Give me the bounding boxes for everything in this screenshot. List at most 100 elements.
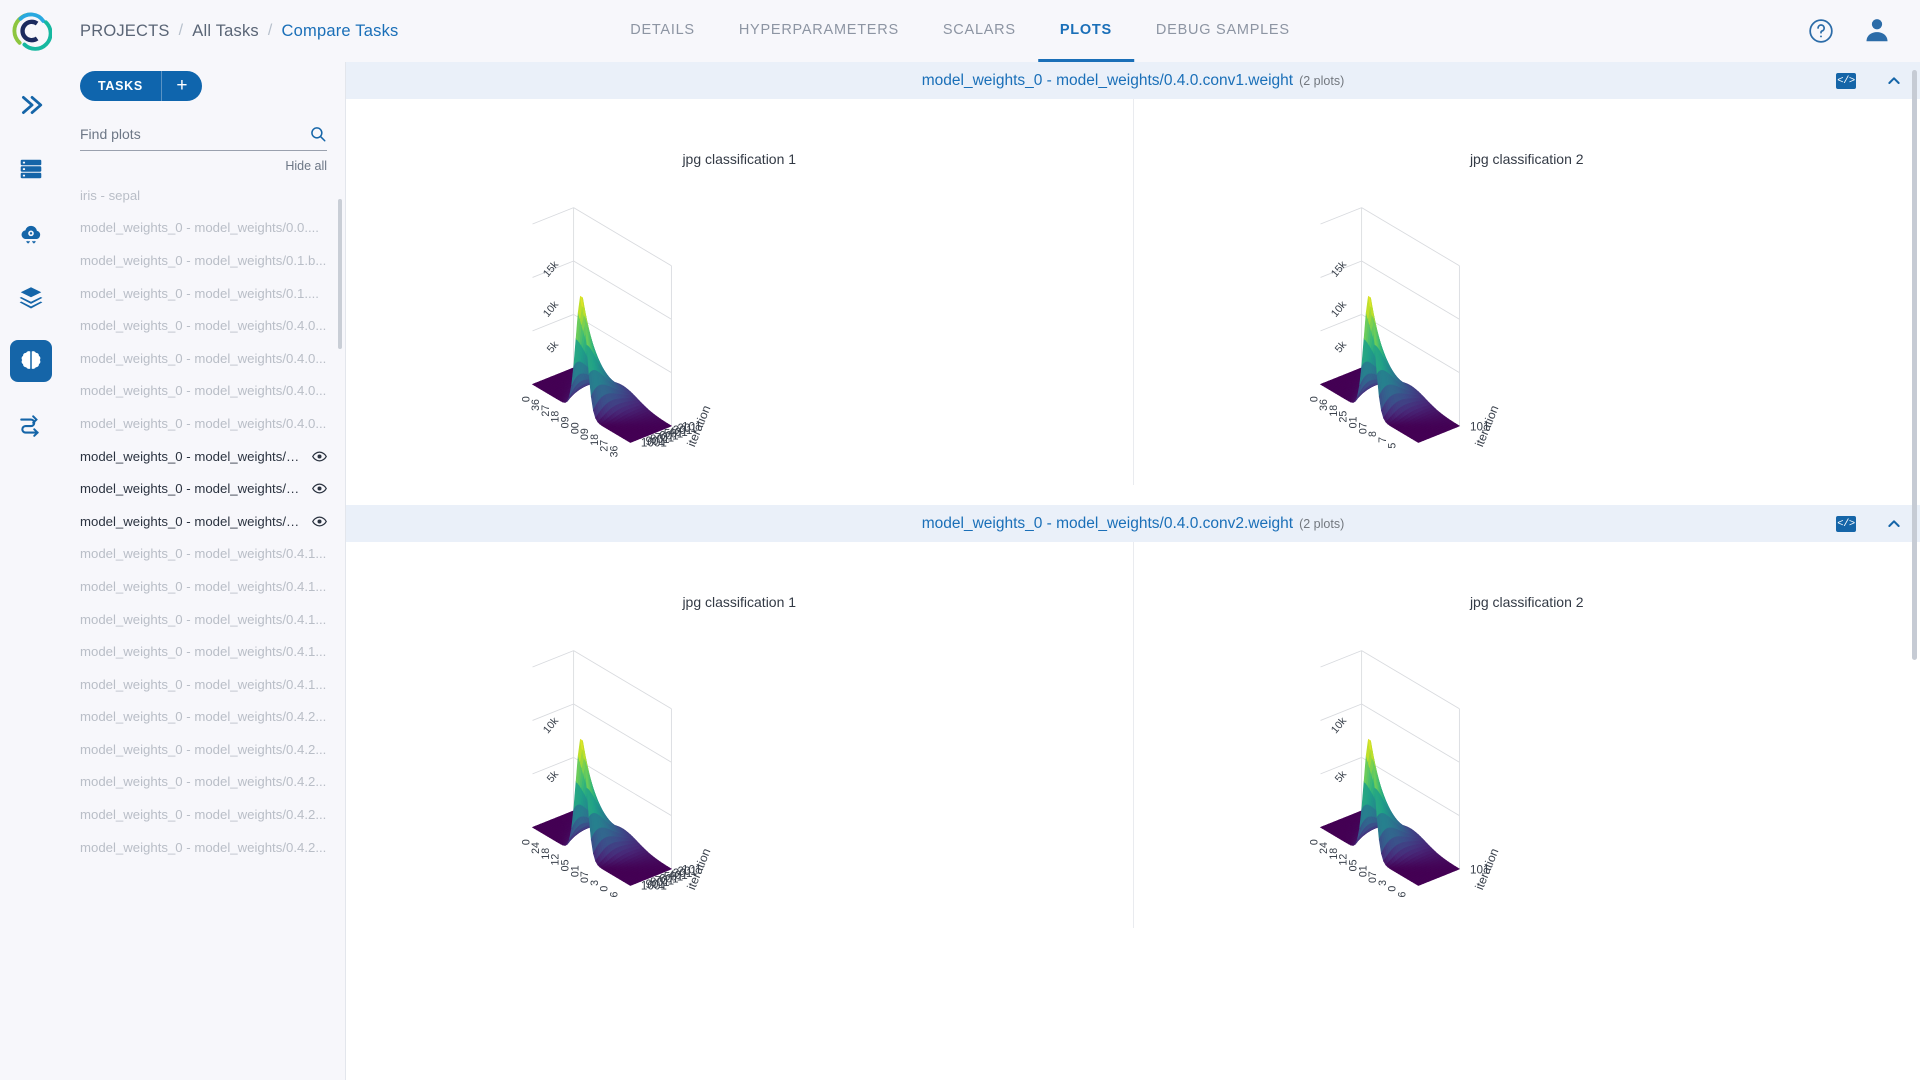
rail-item-pipelines[interactable] (10, 404, 52, 446)
plot-canvas[interactable]: 5k 10k 0 24 18 12 05 01 07 3 0 6 101 201 301 401 501 601 7… (346, 610, 1133, 928)
axis-tick-label: 5 (1386, 443, 1398, 449)
list-item[interactable]: model_weights_0 - model_weights/0.4.2... (62, 766, 345, 799)
list-item-label: model_weights_0 - model_weights/0.1.... (80, 285, 319, 301)
list-item-label: iris - sepal (80, 187, 141, 203)
app-logo[interactable] (0, 0, 62, 62)
list-item[interactable]: model_weights_0 - model_weights/0.4.2... (62, 798, 345, 831)
plot-canvas[interactable]: 5k 10k 15k 0 36 18 25 01 07 8 7 5 101 iteration (1134, 167, 1920, 485)
plot-gridline (532, 314, 574, 332)
plot-title: jpg classification 2 (1469, 594, 1584, 610)
rail-item-server[interactable] (10, 148, 52, 190)
axis-tick-label: 10k (541, 715, 562, 736)
rail-item-models[interactable] (10, 340, 52, 382)
list-item[interactable]: model_weights_0 - model_weights/0.4.1... (62, 668, 345, 701)
surface-plot-svg[interactable]: 5k10k0241812050107306101iteration (1134, 610, 1920, 928)
rail-item-cloud-settings[interactable] (10, 212, 52, 254)
list-item[interactable]: model_weights_0 - model_weights/0.4.0... (62, 472, 345, 505)
list-item-label: model_weights_0 - model_weights/0.4.0... (80, 448, 306, 464)
help-icon[interactable] (1806, 16, 1836, 46)
plot-group-title: model_weights_0 - model_weights/0.4.0.co… (921, 514, 1294, 532)
list-item[interactable]: model_weights_0 - model_weights/0.1.... (62, 277, 345, 310)
tab-plots[interactable]: PLOTS (1037, 0, 1134, 62)
eye-icon[interactable] (312, 449, 327, 464)
chevron-up-icon[interactable] (1886, 516, 1902, 532)
plots-main-area[interactable]: model_weights_0 - model_weights/0.4.0.co… (346, 62, 1920, 1080)
main-scrollbar[interactable] (1912, 70, 1917, 660)
user-avatar-icon[interactable] (1862, 15, 1894, 47)
list-item[interactable]: model_weights_0 - model_weights/0.4.1... (62, 505, 345, 538)
list-item-label: model_weights_0 - model_weights/0.4.2... (80, 807, 327, 823)
plot-gridline (1360, 260, 1460, 320)
tab-scalars[interactable]: SCALARS (921, 0, 1038, 62)
search-icon[interactable] (309, 125, 327, 143)
search-input[interactable] (80, 126, 309, 142)
tab-debug-samples[interactable]: DEBUG SAMPLES (1134, 0, 1312, 62)
list-item[interactable]: model_weights_0 - model_weights/0.4.2... (62, 831, 345, 864)
surface-plot-svg[interactable]: 5k10k02418120501073061012013014015016017… (346, 610, 1133, 928)
eye-icon[interactable] (312, 481, 327, 496)
plot-group-count: (2 plots) (1299, 73, 1345, 88)
list-item[interactable]: model_weights_0 - model_weights/0.0.... (62, 212, 345, 245)
breadcrumb-item-projects[interactable]: PROJECTS (80, 22, 170, 41)
list-item[interactable]: model_weights_0 - model_weights/0.4.2... (62, 701, 345, 734)
tasks-button[interactable]: TASKS (80, 70, 162, 101)
plot-title: jpg classification 1 (682, 151, 797, 167)
plot-gridline (1319, 314, 1362, 332)
plot-gridline (1319, 207, 1362, 225)
tab-details[interactable]: DETAILS (608, 0, 717, 62)
list-item[interactable]: model_weights_0 - model_weights/0.4.0... (62, 375, 345, 408)
list-item[interactable]: model_weights_0 - model_weights/0.4.0... (62, 309, 345, 342)
code-brackets-icon[interactable]: </> (1836, 515, 1856, 532)
breadcrumb-item-all-tasks[interactable]: All Tasks (192, 22, 259, 41)
plot-list[interactable]: iris - sepal model_weights_0 - model_weig… (62, 175, 345, 1080)
list-item[interactable]: model_weights_0 - model_weights/0.4.1... (62, 570, 345, 603)
surface-plot-svg[interactable]: 5k10k15k03618250107875101iteration (1134, 167, 1920, 485)
plot-gridline (1360, 703, 1460, 763)
eye-icon[interactable] (312, 514, 327, 529)
axis-tick-label: 5k (1332, 338, 1349, 355)
list-item-label: model_weights_0 - model_weights/0.4.0... (80, 318, 327, 334)
list-item[interactable]: model_weights_0 - model_weights/0.4.1... (62, 538, 345, 571)
axis-tick-label: 15k (541, 258, 562, 279)
axis-tick-label: 5k (1332, 768, 1349, 785)
surface-plot-svg[interactable]: 5k10k15k03627180900091827361012013014015… (346, 167, 1133, 485)
plot-gridline (573, 260, 672, 320)
axis-tick-label: 1001 (641, 437, 667, 450)
list-item[interactable]: model_weights_0 - model_weights/0.4.1... (62, 603, 345, 636)
plot-group-title: model_weights_0 - model_weights/0.4.0.co… (921, 71, 1294, 89)
axis-tick-label: 1001 (641, 880, 667, 893)
breadcrumb-item-compare-tasks[interactable]: Compare Tasks (282, 22, 399, 41)
chevron-up-icon[interactable] (1886, 73, 1902, 89)
list-item-label: model_weights_0 - model_weights/0.4.1... (80, 546, 327, 562)
list-item[interactable]: model_weights_0 - model_weights/0.1.b... (62, 244, 345, 277)
hide-all-row: Hide all (62, 151, 345, 175)
code-brackets-icon[interactable]: </> (1836, 72, 1856, 89)
plot-list-scrollbar[interactable] (337, 199, 342, 349)
list-item[interactable]: iris - sepal (62, 179, 345, 212)
plot-group-header[interactable]: model_weights_0 - model_weights/0.4.0.co… (346, 505, 1920, 542)
hide-all-button[interactable]: Hide all (285, 159, 327, 173)
plot-cell[interactable]: jpg classification 2 5k 10k 0 24 18 12 05 01 07 3 0… (1134, 542, 1920, 928)
list-item[interactable]: model_weights_0 - model_weights/0.4.0... (62, 440, 345, 473)
rail-item-double-chevron[interactable] (10, 84, 52, 126)
list-item[interactable]: model_weights_0 - model_weights/0.4.2... (62, 733, 345, 766)
tab-hyperparameters[interactable]: HYPERPARAMETERS (717, 0, 921, 62)
plot-group-actions: </> (1836, 72, 1902, 89)
axis-tick-label: 36 (608, 446, 620, 458)
plot-cell[interactable]: jpg classification 2 5k 10k 15k 0 36 18 25 01 07 8… (1134, 99, 1920, 485)
list-item[interactable]: model_weights_0 - model_weights/0.4.0... (62, 407, 345, 440)
plot-cell[interactable]: jpg classification 1 5k 10k 0 24 18 12 05 01 07 3 0… (346, 542, 1134, 928)
plot-canvas[interactable]: 5k 10k 15k 0 36 27 18 09 00 09 18 27 36 101 201 301 401 5… (346, 167, 1133, 485)
list-item-label: model_weights_0 - model_weights/0.4.1... (80, 513, 306, 529)
plot-group-header[interactable]: model_weights_0 - model_weights/0.4.0.co… (346, 62, 1920, 99)
list-item[interactable]: model_weights_0 - model_weights/0.4.0... (62, 342, 345, 375)
list-item-label: model_weights_0 - model_weights/0.1.b... (80, 252, 327, 268)
add-task-button[interactable]: + (161, 70, 202, 101)
plot-canvas[interactable]: 5k 10k 0 24 18 12 05 01 07 3 0 6 101 iteration (1134, 610, 1920, 928)
list-item-label: model_weights_0 - model_weights/0.4.1... (80, 676, 327, 692)
server-rack-icon (20, 159, 42, 179)
rail-item-layers[interactable] (10, 276, 52, 318)
plots-panel: TASKS + Hide all iris - sepal model_weigh… (62, 62, 346, 1080)
plot-cell[interactable]: jpg classification 1 5k 10k 15k 0 36 27 18 09 00 0… (346, 99, 1134, 485)
list-item[interactable]: model_weights_0 - model_weights/0.4.1... (62, 635, 345, 668)
